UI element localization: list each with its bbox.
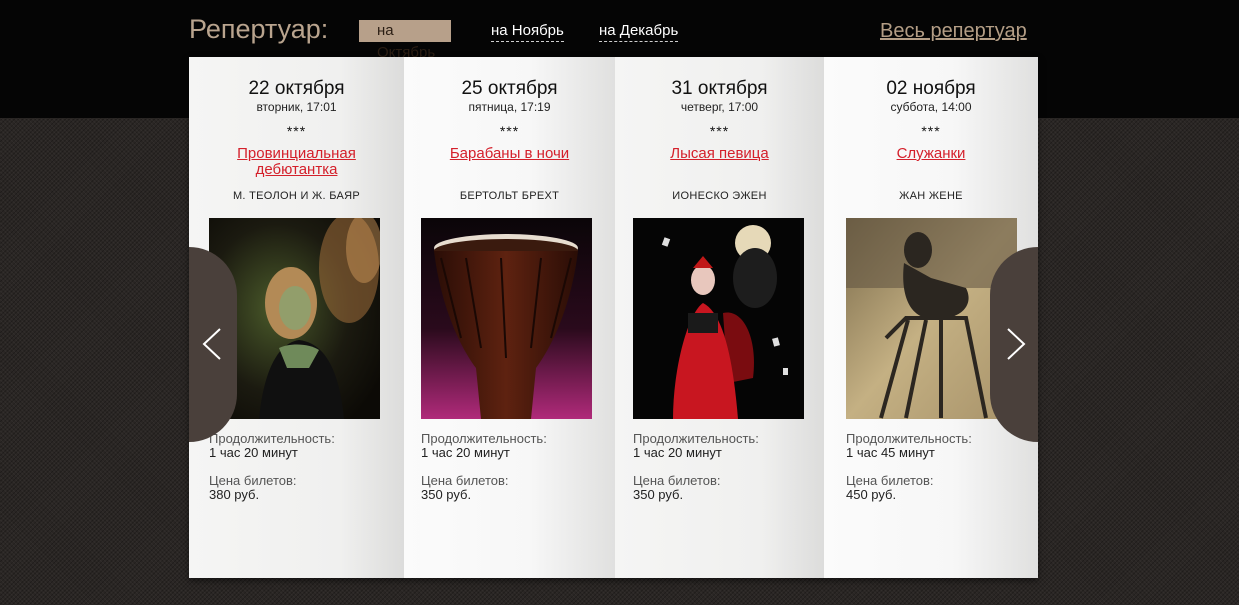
- duration-value: 1 час 20 минут: [209, 445, 298, 460]
- price-value: 380 руб.: [209, 487, 260, 502]
- event-photo[interactable]: [421, 218, 592, 419]
- event-date: 22 октября: [248, 78, 345, 99]
- event-date: 31 октября: [671, 78, 768, 99]
- price-label: Цена билетов:: [633, 473, 721, 488]
- duration-label: Продолжительность:: [209, 431, 335, 446]
- event-stars: ***: [709, 123, 730, 139]
- event-info: Продолжительность: 1 час 20 минут Цена б…: [209, 432, 335, 502]
- event-photo[interactable]: [633, 218, 804, 419]
- event-card: 31 октября четверг, 17:00 *** Лысая певи…: [615, 57, 824, 578]
- event-stars: ***: [921, 123, 941, 139]
- event-author: ЖАН ЖЕНЕ: [899, 190, 963, 202]
- price-label: Цена билетов:: [846, 473, 934, 488]
- event-author: М. ТЕОЛОН И Ж. БАЯР: [232, 190, 361, 202]
- event-info: Продолжительность: 1 час 45 минут Цена б…: [846, 432, 972, 502]
- all-repertoire-link[interactable]: Весь репертуар: [880, 20, 1027, 43]
- tab-october[interactable]: на Октябрь: [359, 20, 451, 61]
- tab-november[interactable]: на Ноябрь: [491, 21, 564, 42]
- price-value: 450 руб.: [846, 487, 897, 502]
- event-author: ИОНЕСКО ЭЖЕН: [672, 190, 767, 202]
- event-time: пятница, 17:19: [468, 100, 551, 114]
- event-card: 25 октября пятница, 17:19 *** Барабаны в…: [404, 57, 615, 578]
- event-time: вторник, 17:01: [256, 100, 337, 114]
- events-carousel: 22 октября вторник, 17:01 *** Провинциал…: [189, 57, 1038, 578]
- prev-button[interactable]: [189, 247, 237, 442]
- event-info: Продолжительность: 1 час 20 минут Цена б…: [633, 432, 759, 502]
- duration-label: Продолжительность:: [846, 431, 972, 446]
- event-title-link[interactable]: Служанки: [834, 146, 1028, 162]
- event-stars: ***: [286, 123, 307, 139]
- duration-value: 1 час 20 минут: [421, 445, 510, 460]
- event-title-link[interactable]: Провинциальная дебютантка: [199, 146, 394, 178]
- price-value: 350 руб.: [421, 487, 472, 502]
- event-time: суббота, 14:00: [890, 100, 972, 114]
- duration-value: 1 час 45 минут: [846, 445, 935, 460]
- next-button[interactable]: [990, 247, 1038, 442]
- chevron-right-icon: [1007, 328, 1026, 360]
- duration-value: 1 час 20 минут: [633, 445, 722, 460]
- event-title-link[interactable]: Лысая певица: [625, 146, 814, 162]
- price-label: Цена билетов:: [421, 473, 509, 488]
- price-label: Цена билетов:: [209, 473, 297, 488]
- price-value: 350 руб.: [633, 487, 684, 502]
- duration-label: Продолжительность:: [633, 431, 759, 446]
- event-title-link[interactable]: Барабаны в ночи: [414, 146, 605, 162]
- chevron-left-icon: [202, 328, 221, 360]
- tab-december[interactable]: на Декабрь: [599, 21, 679, 42]
- event-date: 25 октября: [461, 78, 558, 99]
- duration-label: Продолжительность:: [421, 431, 547, 446]
- event-date: 02 ноября: [886, 78, 976, 99]
- event-stars: ***: [499, 123, 520, 139]
- event-time: четверг, 17:00: [680, 100, 759, 114]
- page-title: Репертуар:: [189, 14, 329, 44]
- event-author: БЕРТОЛЬТ БРЕХТ: [459, 190, 560, 202]
- event-info: Продолжительность: 1 час 20 минут Цена б…: [421, 432, 547, 502]
